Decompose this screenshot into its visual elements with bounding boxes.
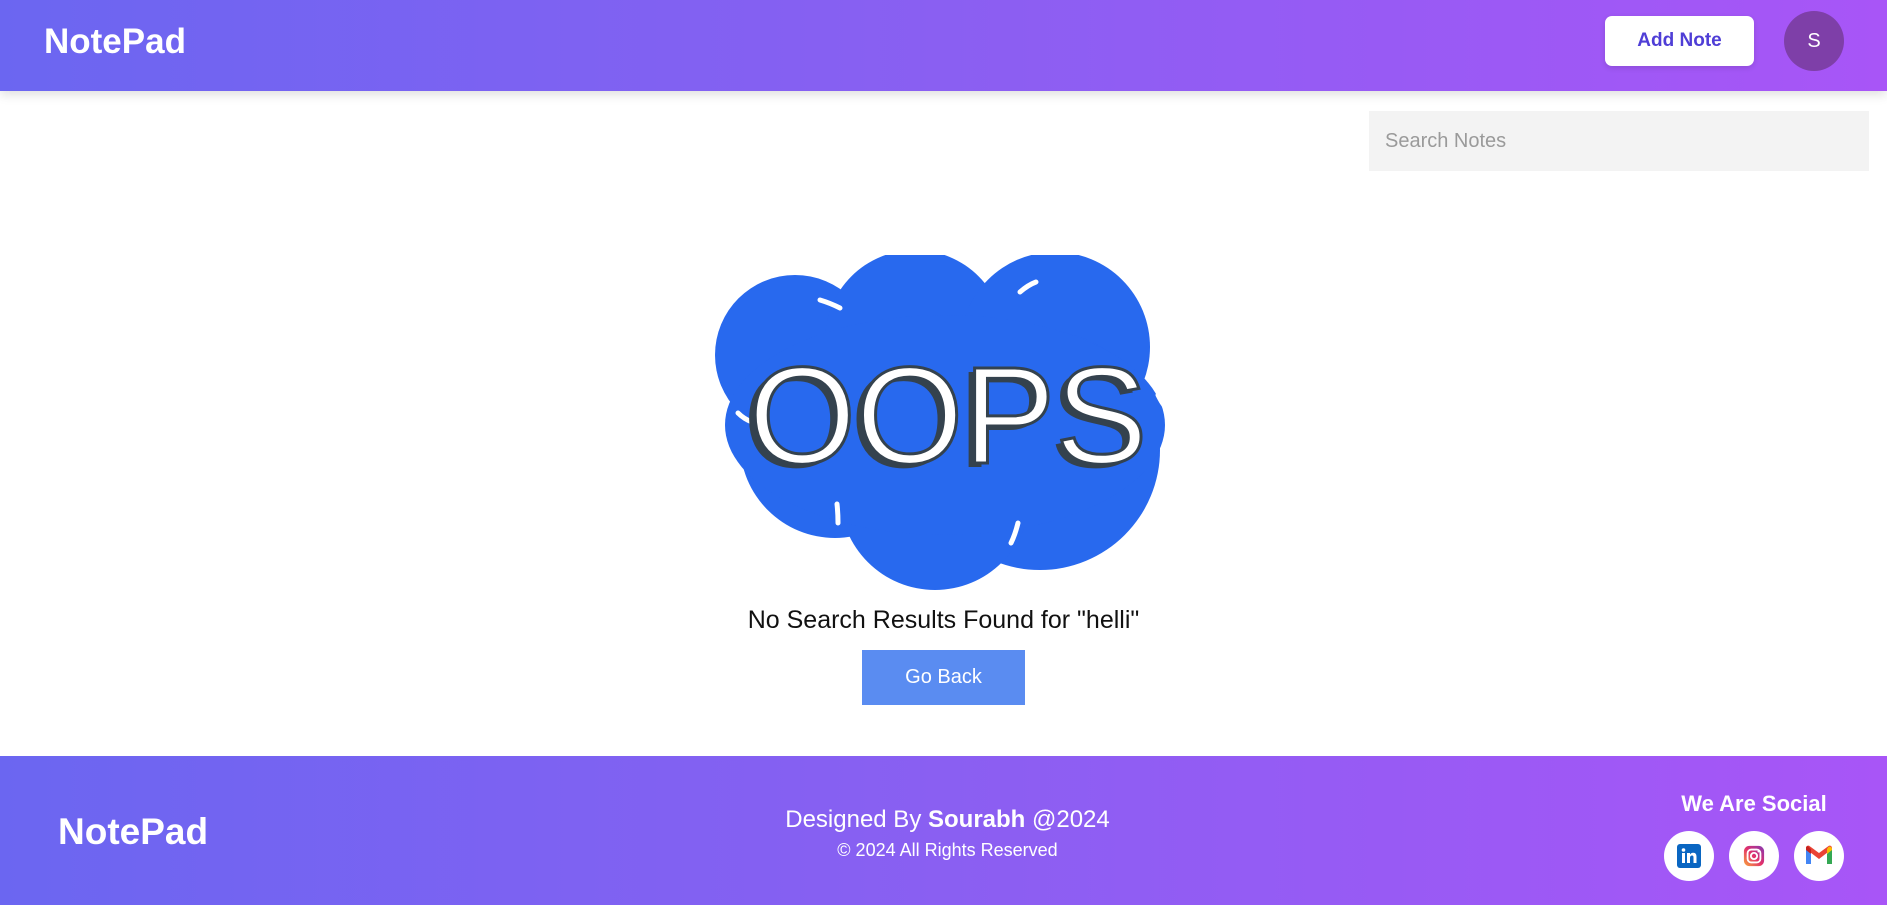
designed-by-prefix: Designed By bbox=[785, 806, 922, 833]
search-input[interactable] bbox=[1369, 111, 1869, 171]
go-back-button[interactable]: Go Back bbox=[862, 650, 1025, 705]
designer-name: Sourabh bbox=[927, 806, 1026, 833]
instagram-icon[interactable] bbox=[1729, 831, 1779, 881]
gmail-icon[interactable] bbox=[1794, 831, 1844, 881]
add-note-button[interactable]: Add Note bbox=[1605, 16, 1754, 66]
oops-illustration: OOPS OOPS bbox=[715, 255, 1167, 590]
avatar[interactable]: S bbox=[1784, 11, 1844, 71]
oops-text-front: OOPS bbox=[749, 339, 1148, 493]
footer: NotePad Designed By Sourabh @2024 © 2024… bbox=[0, 756, 1887, 905]
year-suffix: @2024 bbox=[1032, 806, 1110, 833]
social-title: We Are Social bbox=[1681, 791, 1827, 816]
copyright-text: © 2024 All Rights Reserved bbox=[837, 840, 1058, 860]
footer-credits: Designed By Sourabh @2024 © 2024 All Rig… bbox=[0, 806, 1887, 861]
designed-by-line: Designed By Sourabh @2024 bbox=[0, 806, 1887, 834]
app-brand[interactable]: NotePad bbox=[44, 22, 186, 62]
no-results-message: No Search Results Found for "helli" bbox=[747, 606, 1140, 634]
linkedin-icon[interactable] bbox=[1664, 831, 1714, 881]
top-navbar: NotePad Add Note S bbox=[0, 0, 1887, 91]
